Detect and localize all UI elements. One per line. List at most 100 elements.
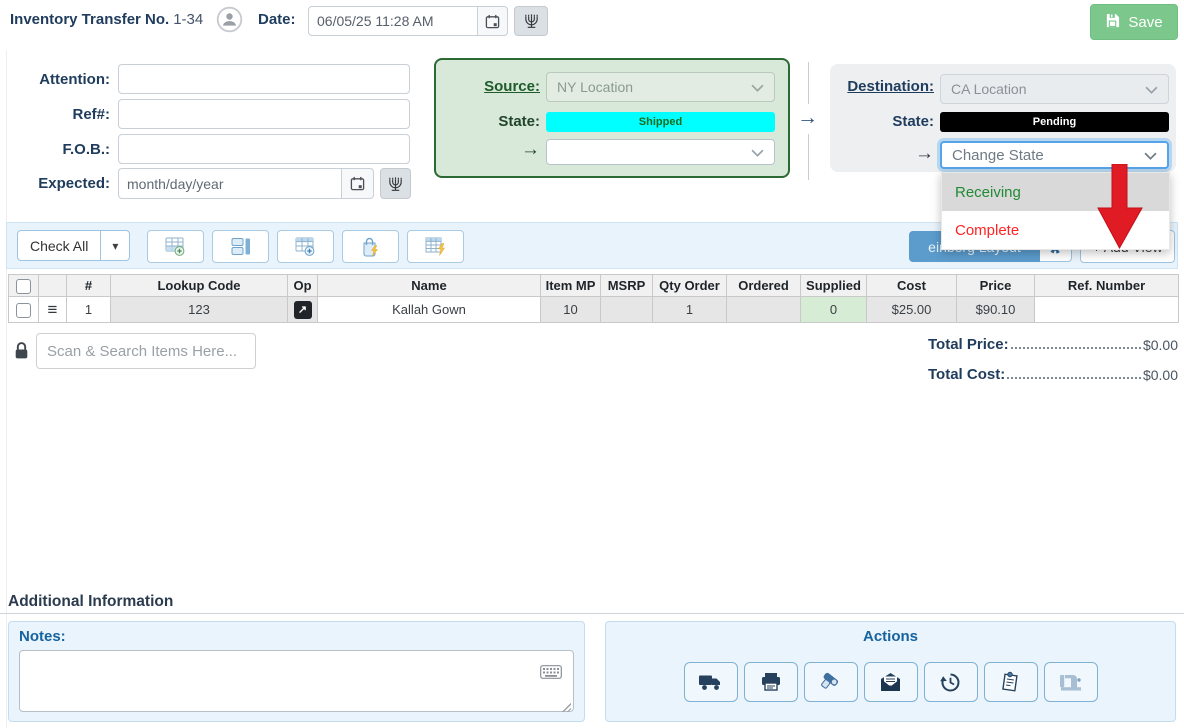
total-price-row: Total Price: $0.00 bbox=[928, 331, 1178, 353]
add-column-table-icon[interactable] bbox=[277, 230, 334, 263]
bag-lightning-icon[interactable] bbox=[342, 230, 399, 263]
total-cost-value: $0.00 bbox=[1143, 367, 1178, 383]
destination-location-value: CA Location bbox=[951, 81, 1027, 97]
notes-label: Notes: bbox=[19, 628, 66, 645]
chevron-down-icon bbox=[1144, 147, 1157, 164]
destination-panel: Destination: CA Location State: Pending … bbox=[830, 64, 1176, 172]
actions-heading: Actions bbox=[606, 628, 1175, 645]
expected-input-group bbox=[118, 168, 374, 199]
page-title: Inventory Transfer No.1-34 bbox=[10, 11, 203, 28]
source-label: Source: bbox=[436, 78, 540, 95]
cell-lookup-code: 123 bbox=[111, 297, 288, 323]
cell-qty-ordered: 1 bbox=[653, 297, 727, 323]
col-num: # bbox=[67, 275, 111, 297]
cell-ordered bbox=[727, 297, 801, 323]
save-button[interactable]: Save bbox=[1090, 4, 1178, 40]
lock-icon bbox=[13, 341, 30, 365]
total-cost-row: Total Cost: $0.00 bbox=[928, 361, 1178, 383]
date-input[interactable] bbox=[308, 6, 478, 36]
notes-textarea[interactable] bbox=[19, 650, 574, 712]
attention-label: Attention: bbox=[8, 71, 110, 88]
source-location-select[interactable]: NY Location bbox=[546, 72, 775, 102]
source-state-label: State: bbox=[436, 113, 540, 130]
source-location-value: NY Location bbox=[557, 79, 633, 95]
panel-divider bbox=[808, 62, 809, 104]
check-all-button[interactable]: Check All ▾ bbox=[17, 230, 130, 261]
destination-location-select[interactable]: CA Location bbox=[940, 74, 1169, 104]
additional-information-heading: Additional Information bbox=[8, 593, 173, 611]
textarea-resize-handle[interactable] bbox=[561, 702, 571, 712]
destination-state-badge: Pending bbox=[940, 112, 1169, 132]
notes-icon[interactable] bbox=[984, 662, 1038, 702]
open-item-icon[interactable]: ↗ bbox=[294, 301, 312, 319]
printer-icon[interactable] bbox=[744, 662, 798, 702]
destination-label: Destination: bbox=[830, 78, 934, 95]
fob-input[interactable] bbox=[118, 134, 410, 164]
cell-supplied[interactable]: 0 bbox=[801, 297, 867, 323]
cell-ref-number[interactable] bbox=[1035, 297, 1179, 323]
cell-item-mp: 10 bbox=[541, 297, 601, 323]
source-change-state-select[interactable] bbox=[546, 139, 775, 165]
floppy-disk-icon bbox=[1105, 13, 1120, 32]
split-layout-icon[interactable] bbox=[212, 230, 269, 263]
total-price-label: Total Price: bbox=[928, 336, 1009, 353]
sewing-machine-icon[interactable] bbox=[1044, 662, 1098, 702]
expected-label: Expected: bbox=[8, 175, 110, 192]
table-lightning-icon[interactable] bbox=[407, 230, 464, 263]
calendar-icon[interactable] bbox=[342, 168, 374, 199]
row-checkbox-cell bbox=[9, 297, 39, 323]
col-msrp: MSRP bbox=[601, 275, 653, 297]
source-change-arrow: → bbox=[512, 139, 540, 161]
expected-date-input[interactable] bbox=[118, 168, 342, 199]
cell-cost: $25.00 bbox=[867, 297, 957, 323]
source-state-badge: Shipped bbox=[546, 112, 775, 132]
col-price: Price bbox=[957, 275, 1035, 297]
dotted-leader bbox=[1011, 347, 1141, 349]
hebrew-calendar-menorah-icon[interactable] bbox=[514, 6, 548, 36]
drag-handle-icon[interactable]: ≡ bbox=[48, 300, 58, 319]
date-label: Date: bbox=[258, 11, 296, 28]
select-all-checkbox[interactable] bbox=[16, 279, 31, 294]
transfer-number: 1-34 bbox=[173, 11, 203, 28]
dotted-leader bbox=[1007, 377, 1141, 379]
truck-icon[interactable] bbox=[684, 662, 738, 702]
header-checkbox-cell bbox=[9, 275, 39, 297]
col-qty-ordered: Qty Order bbox=[653, 275, 727, 297]
row-checkbox[interactable] bbox=[16, 303, 31, 318]
cell-price: $90.10 bbox=[957, 297, 1035, 323]
label-gun-icon[interactable] bbox=[804, 662, 858, 702]
actions-button-row bbox=[606, 662, 1175, 702]
destination-change-arrow: → bbox=[906, 143, 934, 165]
total-price-value: $0.00 bbox=[1143, 337, 1178, 353]
totals: Total Price: $0.00 Total Cost: $0.00 bbox=[928, 331, 1178, 383]
panel-divider bbox=[808, 134, 809, 180]
attention-input[interactable] bbox=[118, 64, 410, 94]
change-state-value: Change State bbox=[952, 147, 1044, 164]
col-ref-number: Ref. Number bbox=[1035, 275, 1179, 297]
hebrew-calendar-menorah-icon[interactable] bbox=[380, 168, 411, 199]
items-table: # Lookup Code Op Name Item MP MSRP Qty O… bbox=[8, 274, 1179, 323]
chevron-down-icon bbox=[751, 79, 764, 95]
add-row-table-icon[interactable] bbox=[147, 230, 204, 263]
ref-number-input[interactable] bbox=[118, 99, 410, 129]
ref-number-label: Ref#: bbox=[8, 106, 110, 123]
col-supplied: Supplied bbox=[801, 275, 867, 297]
envelope-icon[interactable] bbox=[864, 662, 918, 702]
caret-down-icon[interactable]: ▾ bbox=[100, 231, 129, 260]
keyboard-icon[interactable] bbox=[540, 665, 562, 684]
items-table-header-row: # Lookup Code Op Name Item MP MSRP Qty O… bbox=[9, 275, 1179, 297]
section-divider bbox=[0, 613, 1184, 614]
col-cost: Cost bbox=[867, 275, 957, 297]
date-input-group bbox=[308, 6, 508, 36]
inventory-transfer-page: Inventory Transfer No.1-34 Date: Save At… bbox=[0, 0, 1184, 728]
row-drag-cell: ≡ bbox=[39, 297, 67, 323]
actions-panel: Actions bbox=[605, 621, 1176, 722]
calendar-icon[interactable] bbox=[478, 6, 508, 36]
chevron-down-icon bbox=[751, 144, 764, 160]
cell-name[interactable]: Kallah Gown bbox=[318, 297, 541, 323]
scan-search-input[interactable] bbox=[36, 333, 256, 369]
user-icon[interactable] bbox=[216, 6, 243, 38]
history-icon[interactable] bbox=[924, 662, 978, 702]
col-name: Name bbox=[318, 275, 541, 297]
fob-label: F.O.B.: bbox=[8, 141, 110, 158]
